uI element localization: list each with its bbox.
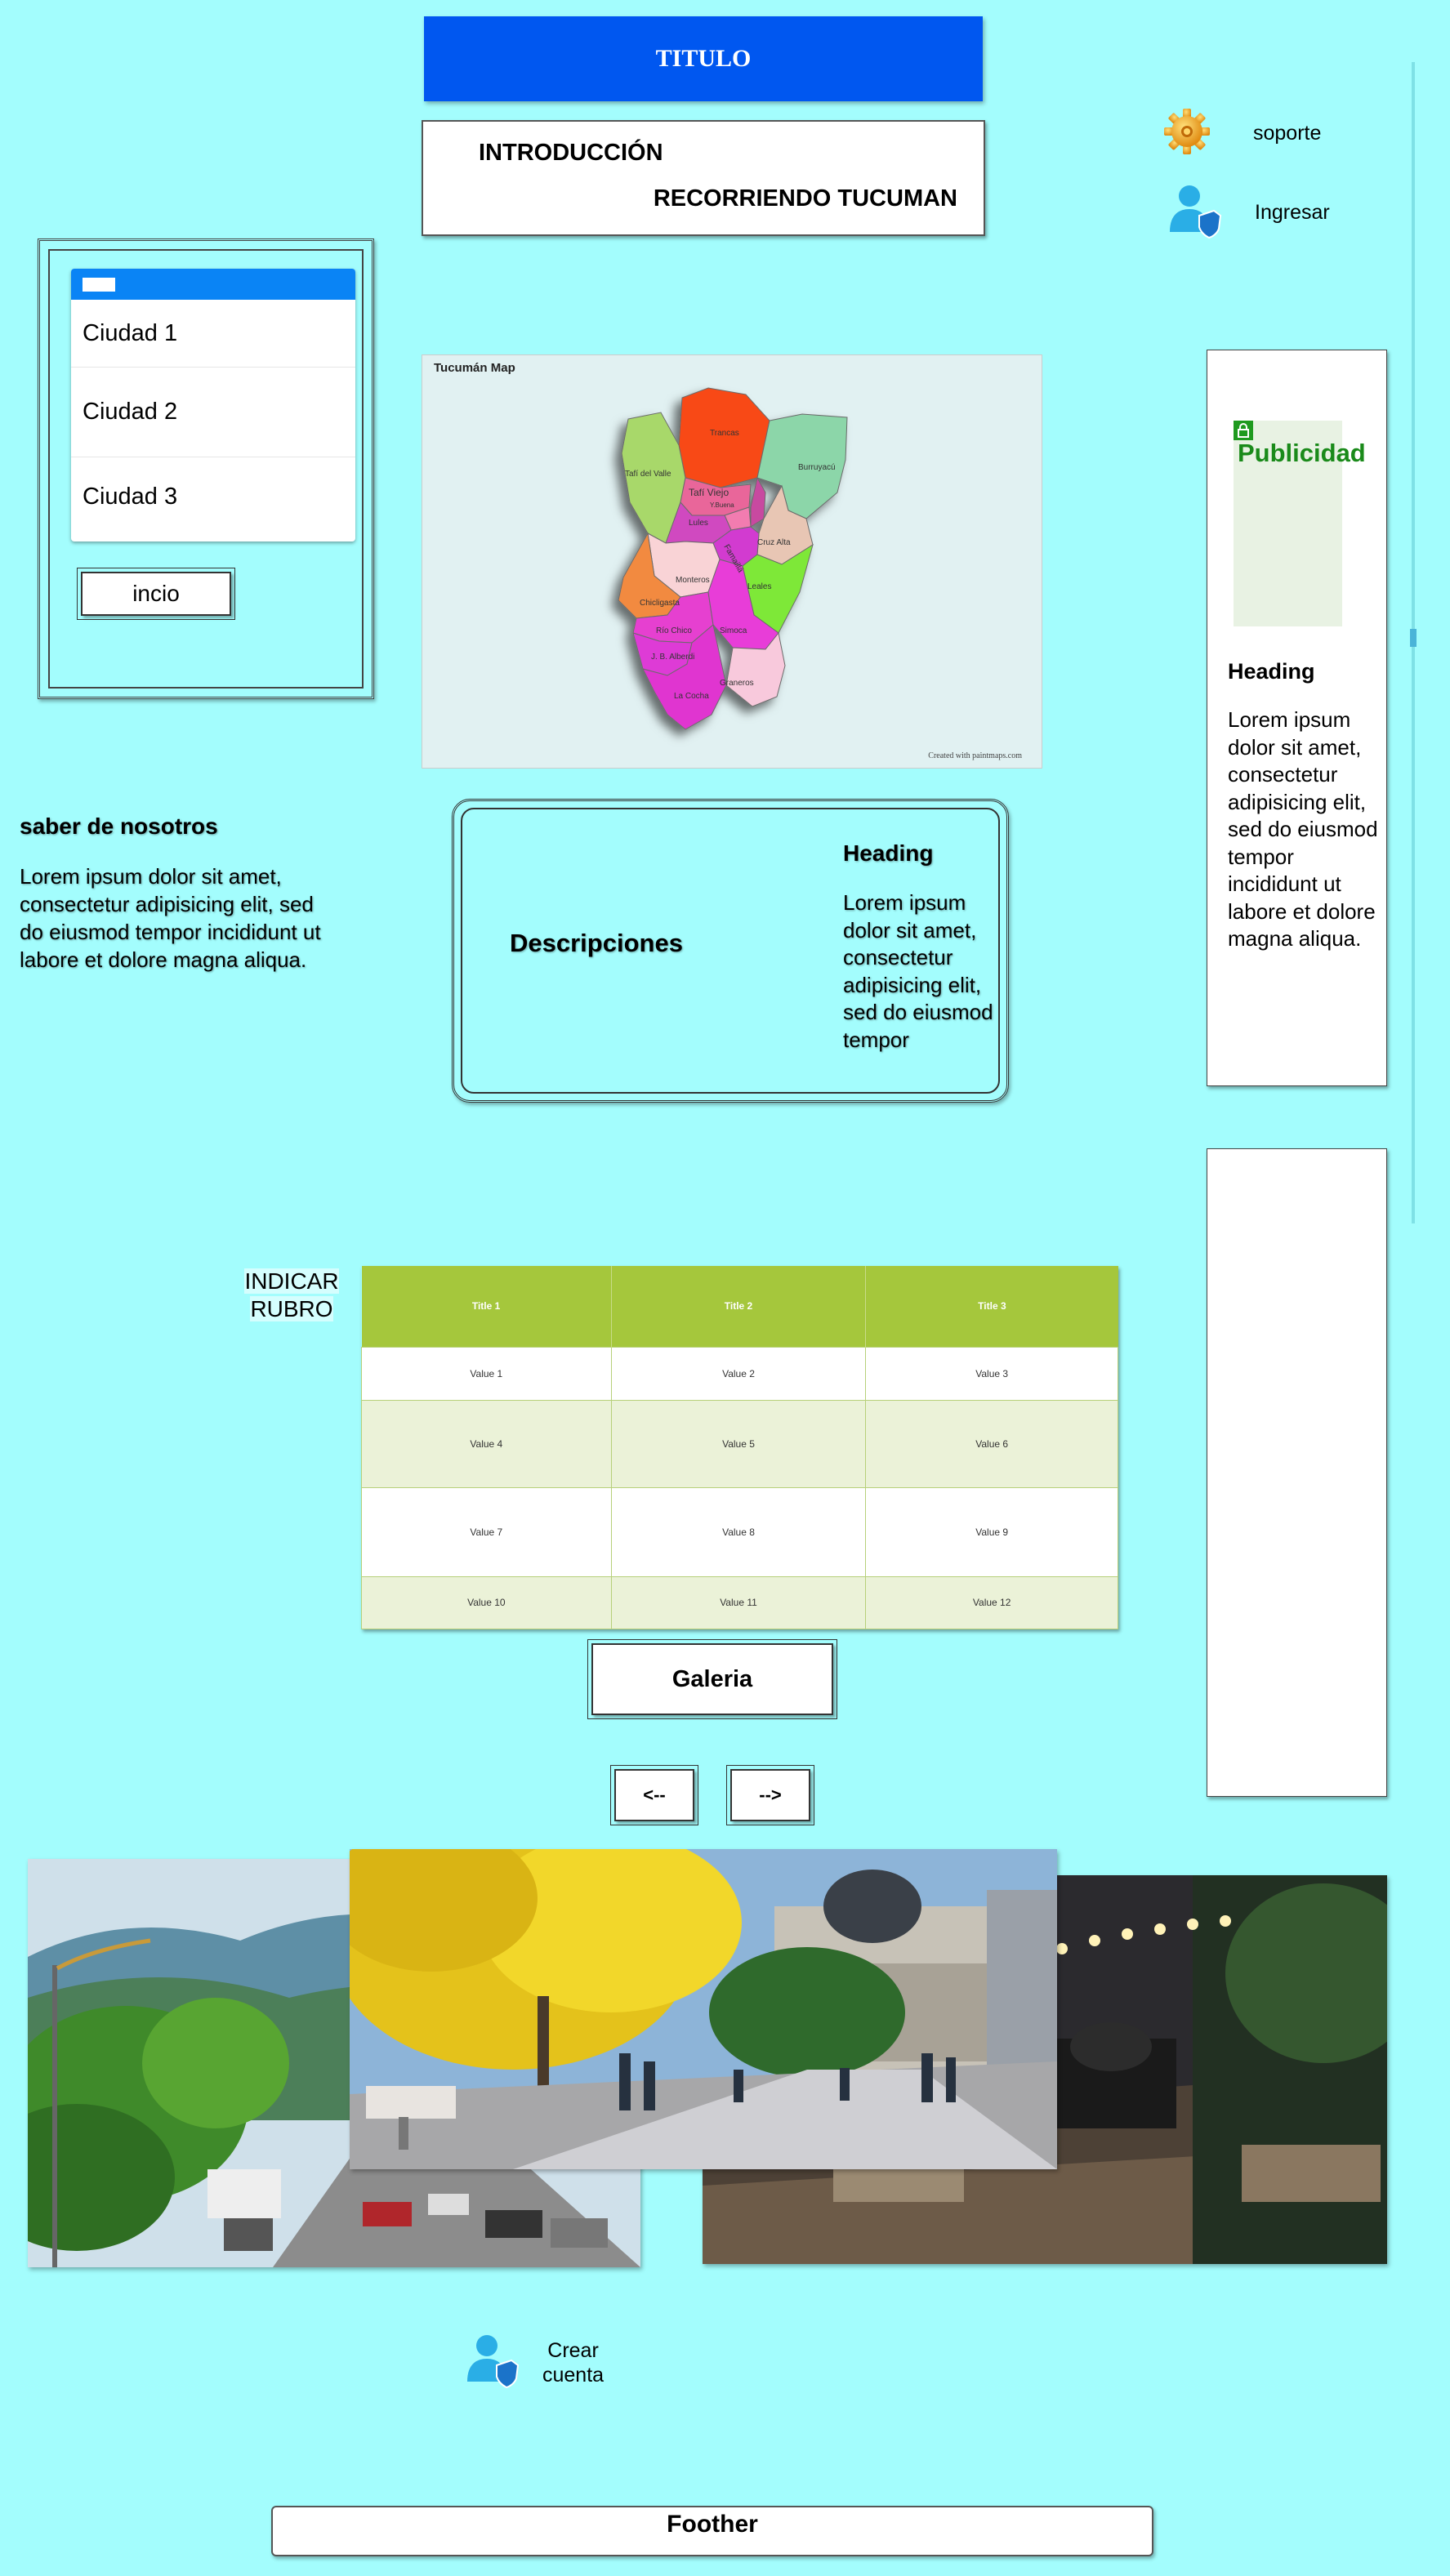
page-title: TITULO	[655, 45, 752, 72]
table-cell: Value 8	[610, 1486, 867, 1577]
city-item-1[interactable]: Ciudad 1	[71, 300, 355, 368]
table-cell: Value 10	[361, 1575, 612, 1629]
table-header-cell: Title 1	[361, 1266, 612, 1347]
side-panel	[1207, 1148, 1387, 1797]
svg-text:Simoca: Simoca	[720, 626, 747, 635]
footer: Foother	[271, 2506, 1153, 2556]
svg-text:Trancas: Trancas	[710, 429, 739, 438]
table-row: Value 7 Value 8 Value 9	[361, 1486, 1118, 1577]
table-cell: Value 12	[865, 1575, 1118, 1629]
create-account-link[interactable]: Crear cuenta	[466, 2333, 604, 2392]
svg-text:Monteros: Monteros	[676, 576, 710, 585]
table-cell: Value 5	[610, 1399, 867, 1488]
rubro-line-2: RUBRO	[250, 1296, 333, 1321]
ad-card[interactable]: Publicidad	[1234, 421, 1366, 626]
table-cell: Value 4	[361, 1399, 612, 1488]
table-cell: Value 1	[361, 1346, 612, 1401]
table-row: Value 4 Value 5 Value 6	[361, 1399, 1118, 1488]
tucuman-map[interactable]: Tucumán Map Trancas Burruyacú Tafí del V…	[422, 354, 1042, 769]
login-link[interactable]: Ingresar	[1168, 183, 1330, 243]
table-cell: Value 11	[610, 1575, 867, 1629]
footer-label: Foother	[667, 2511, 758, 2538]
subtitle: RECORRIENDO TUCUMAN	[653, 185, 957, 212]
map-credit: Created with paintmaps.com	[928, 751, 1022, 760]
intro-link[interactable]: INTRODUCCIÓN	[479, 140, 663, 167]
ad-heading: Heading	[1228, 659, 1315, 684]
create-account-line-2: cuenta	[542, 2363, 605, 2387]
city-list: Ciudad 1 Ciudad 2 Ciudad 3	[71, 269, 355, 541]
region-trancas	[678, 387, 770, 488]
map-graphic: Trancas Burruyacú Tafí del Valle Tafí Vi…	[618, 387, 848, 730]
about-title: saber de nosotros	[20, 813, 218, 839]
login-label: Ingresar	[1255, 201, 1330, 224]
create-account-line-1: Crear	[547, 2338, 599, 2362]
table-cell: Value 9	[865, 1486, 1118, 1577]
svg-text:Lules: Lules	[689, 519, 708, 528]
svg-text:Tafí del Valle: Tafí del Valle	[625, 470, 671, 479]
city-panel: Ciudad 1 Ciudad 2 Ciudad 3 incio	[38, 238, 374, 699]
user-shield-icon	[1168, 183, 1222, 243]
table-header-row: Title 1 Title 2 Title 3	[361, 1266, 1118, 1347]
table-cell: Value 2	[610, 1346, 867, 1401]
ad-panel: Publicidad Heading Lorem ipsum dolor sit…	[1207, 350, 1387, 1086]
table-cell: Value 6	[865, 1399, 1118, 1488]
gear-icon	[1163, 108, 1211, 159]
descriptions-body: Lorem ipsum dolor sit amet, consectetur …	[843, 890, 993, 1052]
descriptions-box: Descripciones Heading Lorem ipsum dolor …	[452, 799, 1009, 1103]
svg-text:La Cocha: La Cocha	[674, 692, 709, 701]
table-cell: Value 7	[361, 1486, 612, 1577]
prev-button[interactable]: <--	[610, 1765, 698, 1825]
table-row: Value 10 Value 11 Value 12	[361, 1575, 1118, 1629]
next-button[interactable]: -->	[726, 1765, 814, 1825]
svg-text:Leales: Leales	[747, 582, 771, 591]
gallery-button[interactable]: Galeria	[587, 1639, 837, 1719]
svg-text:Río Chico: Río Chico	[656, 626, 692, 635]
svg-text:Graneros: Graneros	[720, 679, 754, 688]
descriptions-inner: Descripciones Heading Lorem ipsum dolor …	[461, 808, 1000, 1094]
city-list-header	[71, 269, 355, 300]
svg-text:Chicligasta: Chicligasta	[640, 599, 680, 608]
table-cell: Value 3	[865, 1346, 1118, 1401]
user-shield-icon	[466, 2333, 520, 2392]
table-row: Value 1 Value 2 Value 3	[361, 1346, 1118, 1401]
rubro-line-1: INDICAR	[244, 1268, 339, 1294]
title-banner: TITULO	[424, 16, 983, 101]
city-item-2[interactable]: Ciudad 2	[71, 368, 355, 457]
descriptions-label: Descripciones	[510, 929, 683, 957]
city-panel-inner: Ciudad 1 Ciudad 2 Ciudad 3 incio	[48, 249, 364, 689]
header-tag	[83, 278, 115, 292]
ad-label: Publicidad	[1238, 439, 1366, 467]
home-button[interactable]: incio	[77, 568, 235, 620]
table-header-cell: Title 3	[865, 1266, 1118, 1347]
data-table: Title 1 Title 2 Title 3 Value 1 Value 2 …	[361, 1266, 1118, 1629]
table-header-cell: Title 2	[611, 1266, 867, 1347]
svg-text:Tafí Viejo: Tafí Viejo	[689, 487, 729, 498]
city-item-3[interactable]: Ciudad 3	[71, 457, 355, 536]
svg-text:Y.Buena: Y.Buena	[710, 501, 734, 509]
rubro-label: INDICAR RUBRO	[240, 1268, 343, 1323]
svg-text:Burruyacú: Burruyacú	[798, 463, 836, 472]
lock-icon	[1234, 421, 1253, 440]
descriptions-heading: Heading	[843, 840, 934, 866]
scrollbar-thumb[interactable]	[1410, 629, 1417, 647]
about-body: Lorem ipsum dolor sit amet, consectetur …	[20, 864, 321, 972]
intro-box: INTRODUCCIÓN RECORRIENDO TUCUMAN	[422, 120, 985, 236]
svg-text:J. B. Alberdi: J. B. Alberdi	[651, 653, 694, 662]
gallery-photo-plaza[interactable]	[350, 1849, 1057, 2169]
support-label: soporte	[1253, 122, 1322, 145]
svg-text:Cruz Alta: Cruz Alta	[757, 538, 791, 547]
support-link[interactable]: soporte	[1163, 108, 1321, 159]
ad-body: Lorem ipsum dolor sit amet, consectetur …	[1228, 707, 1378, 951]
